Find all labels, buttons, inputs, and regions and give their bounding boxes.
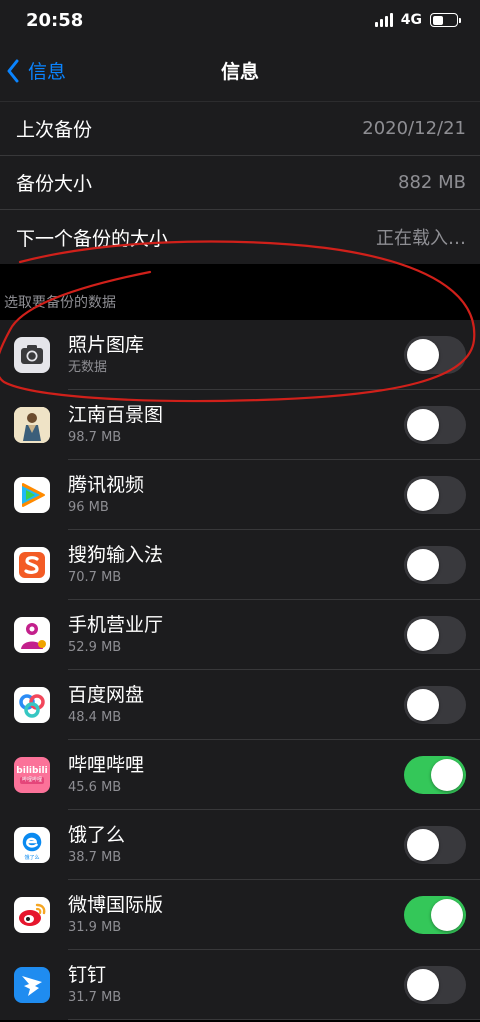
- backup-toggle-jiangnan[interactable]: [404, 406, 466, 444]
- backup-toggle-sogou[interactable]: [404, 546, 466, 584]
- tencent-video-icon: [14, 477, 50, 513]
- backup-info-group: 上次备份 2020/12/21 备份大小 882 MB 下一个备份的大小 正在载…: [0, 102, 480, 264]
- chevron-left-icon: [7, 59, 19, 82]
- info-label: 上次备份: [16, 119, 93, 141]
- backup-toggle-dingtalk[interactable]: [404, 966, 466, 1004]
- backup-toggle-tencent-video[interactable]: [404, 476, 466, 514]
- back-button[interactable]: 信息: [0, 57, 66, 84]
- app-row-weibo: 微博国际版 31.9 MB: [0, 880, 480, 950]
- weibo-icon: [14, 897, 50, 933]
- unicom-app-icon: [14, 617, 50, 653]
- app-row-baidu-netdisk: 百度网盘 48.4 MB: [0, 670, 480, 740]
- info-value: 正在载入…: [376, 228, 466, 249]
- next-backup-size-row: 下一个备份的大小 正在载入…: [0, 210, 480, 264]
- backup-toggle-eleme[interactable]: [404, 826, 466, 864]
- backup-toggle-photos[interactable]: [404, 336, 466, 374]
- app-row-bilibili: bilibili 哔哩哔哩 哔哩哔哩 45.6 MB: [0, 740, 480, 810]
- info-value: 2020/12/21: [362, 118, 466, 139]
- app-row-jiangnan: 江南百景图 98.7 MB: [0, 390, 480, 460]
- app-row-eleme: 饿了么 饿了么 38.7 MB: [0, 810, 480, 880]
- app-row-dingtalk: 钉钉 31.7 MB: [0, 950, 480, 1020]
- app-row-photos: 照片图库 无数据: [0, 320, 480, 390]
- dingtalk-icon: [14, 967, 50, 1003]
- backup-size-row: 备份大小 882 MB: [0, 156, 480, 210]
- backup-toggle-baidu-netdisk[interactable]: [404, 686, 466, 724]
- bilibili-logo-text: bilibili: [16, 766, 48, 776]
- status-indicators: 4G: [374, 12, 461, 28]
- backup-toggle-unicom[interactable]: [404, 616, 466, 654]
- bilibili-icon: bilibili 哔哩哔哩: [14, 757, 50, 793]
- baidu-netdisk-icon: [14, 687, 50, 723]
- app-backup-list: 照片图库 无数据 江南百景图 98.7 MB 腾讯视频 96 MB 搜狗输入法: [0, 320, 480, 1020]
- info-label: 下一个备份的大小: [16, 227, 169, 250]
- info-value: 882 MB: [398, 172, 466, 193]
- status-time: 20:58: [26, 9, 84, 31]
- section-header: 选取要备份的数据: [0, 264, 480, 320]
- status-bar: 20:58 4G: [0, 0, 480, 40]
- bilibili-logo-subtext: 哔哩哔哩: [19, 777, 44, 784]
- eleme-icon: 饿了么: [14, 827, 50, 863]
- camera-icon: [14, 337, 50, 373]
- backup-toggle-bilibili[interactable]: [404, 756, 466, 794]
- battery-icon: [430, 13, 461, 27]
- app-row-tencent-video: 腾讯视频 96 MB: [0, 460, 480, 530]
- last-backup-row: 上次备份 2020/12/21: [0, 102, 480, 156]
- signal-icon: [374, 13, 393, 27]
- sogou-input-icon: [14, 547, 50, 583]
- page-title: 信息: [220, 61, 259, 83]
- backup-toggle-weibo[interactable]: [404, 896, 466, 934]
- network-type: 4G: [400, 12, 422, 28]
- jiangnan-app-icon: [14, 407, 50, 443]
- back-label: 信息: [28, 61, 67, 83]
- info-label: 备份大小: [16, 173, 93, 195]
- eleme-logo-text: 饿了么: [24, 855, 40, 861]
- app-row-unicom: 手机营业厅 52.9 MB: [0, 600, 480, 670]
- app-row-sogou: 搜狗输入法 70.7 MB: [0, 530, 480, 600]
- navigation-bar: 信息 信息: [0, 40, 480, 102]
